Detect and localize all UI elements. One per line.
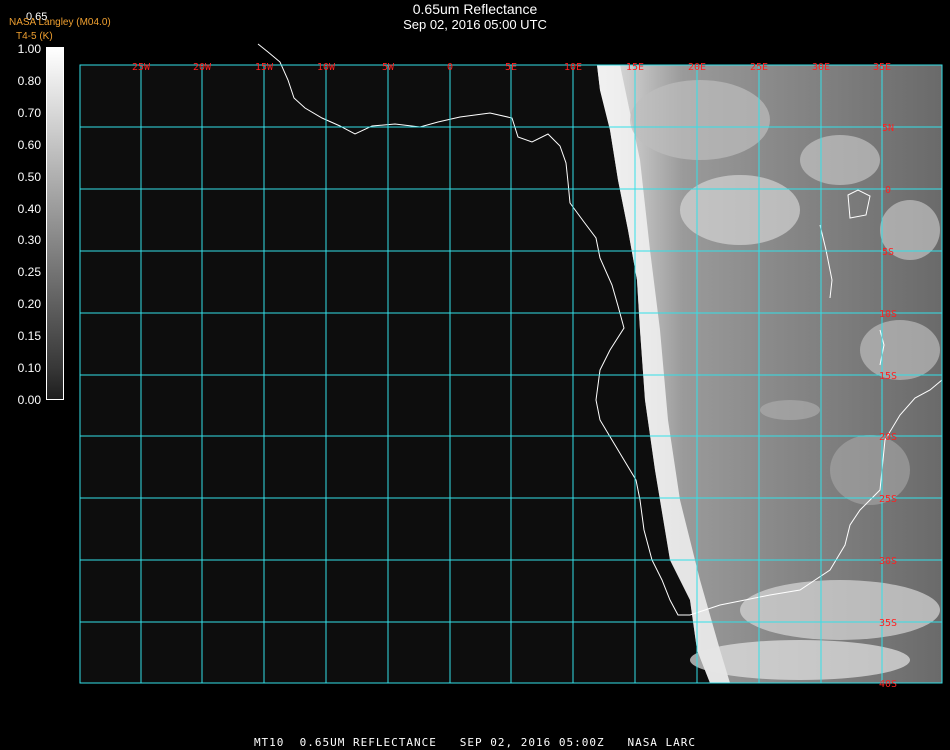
longitude-label: 30E bbox=[812, 62, 830, 73]
latitude-label: 20S bbox=[879, 432, 897, 443]
latitude-label: 5S bbox=[882, 247, 894, 258]
latitude-label: 35S bbox=[879, 618, 897, 629]
footer-caption: MT10 0.65UM REFLECTANCE SEP 02, 2016 05:… bbox=[253, 736, 697, 749]
longitude-label: 20W bbox=[193, 62, 212, 73]
longitude-label: 0 bbox=[447, 62, 453, 73]
longitude-label: 15W bbox=[255, 62, 274, 73]
longitude-label: 10E bbox=[564, 62, 582, 73]
longitude-label: 25E bbox=[750, 62, 768, 73]
latitude-label: 0 bbox=[885, 185, 891, 196]
longitude-label: 25W bbox=[132, 62, 151, 73]
longitude-label: 5E bbox=[505, 62, 517, 73]
latitude-label: 40S bbox=[879, 679, 897, 690]
longitude-label: 5W bbox=[382, 62, 395, 73]
latitude-label: 25S bbox=[879, 494, 897, 505]
satellite-map: 25W 20W 15W 10W 5W 0 5E 10E 15E 20E 25E 30E 35E 5N 0 5… bbox=[79, 43, 943, 690]
latitude-label: 5N bbox=[882, 123, 894, 134]
latitude-label: 10S bbox=[879, 309, 897, 320]
latitude-label: 15S bbox=[879, 371, 897, 382]
latitude-label: 30S bbox=[879, 556, 897, 567]
longitude-label: 20E bbox=[688, 62, 706, 73]
longitude-label: 10W bbox=[317, 62, 336, 73]
longitude-label: 35E bbox=[873, 62, 891, 73]
longitude-label: 15E bbox=[626, 62, 644, 73]
